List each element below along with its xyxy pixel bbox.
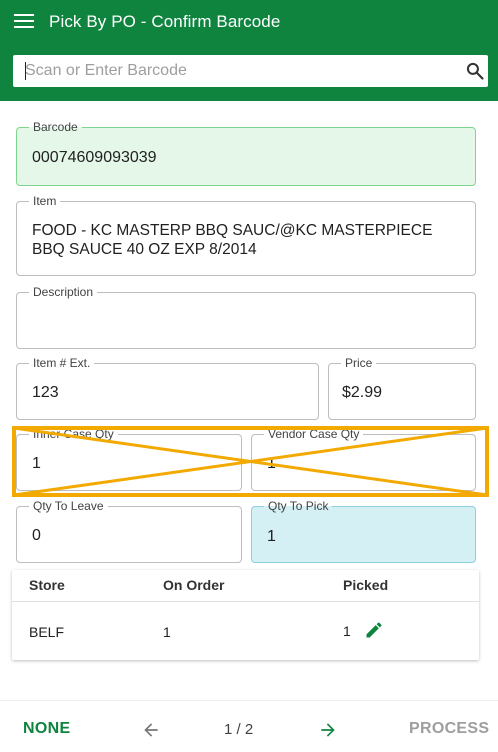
qty-to-leave-value: 0 [32, 527, 41, 544]
qty-to-leave-field[interactable]: Qty To Leave 0 [16, 499, 242, 563]
barcode-search-input[interactable] [25, 55, 445, 87]
barcode-field[interactable]: Barcode 00074609093039 [16, 120, 476, 186]
search-icon[interactable] [465, 61, 485, 81]
item-ext-field[interactable]: Item # Ext. 123 [16, 356, 319, 420]
item-label: Item [29, 194, 61, 208]
vendor-case-qty-value: 1 [267, 455, 276, 472]
inner-case-qty-field[interactable]: Inner Case Qty 1 [16, 427, 242, 491]
app-bar: Pick By PO - Confirm Barcode [0, 0, 498, 101]
item-value-line2: BBQ SAUCE 40 OZ EXP 8/2014 [32, 241, 257, 258]
column-header-on-order[interactable]: On Order [163, 577, 224, 593]
cell-on-order: 1 [163, 624, 171, 640]
pencil-edit-icon[interactable] [364, 620, 384, 640]
item-ext-label: Item # Ext. [29, 356, 95, 370]
search-bar [13, 55, 488, 87]
item-field[interactable]: Item FOOD - KC MASTERP BBQ SAUC/@KC MAST… [16, 194, 476, 276]
description-field[interactable]: Description [16, 285, 476, 349]
inner-case-qty-label: Inner Case Qty [29, 427, 118, 441]
item-ext-value: 123 [32, 384, 59, 401]
footer-divider [0, 700, 498, 701]
page-title: Pick By PO - Confirm Barcode [49, 12, 281, 31]
column-header-store[interactable]: Store [29, 577, 65, 593]
page-indicator: 1 / 2 [224, 721, 254, 738]
description-label: Description [29, 285, 98, 299]
qty-to-pick-label: Qty To Pick [264, 499, 333, 513]
cell-picked: 1 [343, 623, 351, 639]
text-caret [25, 62, 26, 80]
qty-to-leave-label: Qty To Leave [29, 499, 108, 513]
barcode-value: 00074609093039 [32, 149, 157, 166]
price-value: $2.99 [342, 384, 383, 401]
item-value-line1: FOOD - KC MASTERP BBQ SAUC/@KC MASTERPIE… [32, 222, 433, 239]
cell-store: BELF [29, 624, 65, 640]
none-button[interactable]: NONE [23, 720, 70, 738]
vendor-case-qty-field[interactable]: Vendor Case Qty 1 [251, 427, 476, 491]
arrow-right-icon[interactable] [318, 720, 338, 740]
store-table: Store On Order Picked BELF 1 1 [12, 570, 479, 660]
qty-to-pick-value: 1 [267, 528, 276, 545]
vendor-case-qty-label: Vendor Case Qty [264, 427, 364, 441]
qty-to-pick-field[interactable]: Qty To Pick 1 [251, 499, 476, 563]
price-field[interactable]: Price $2.99 [328, 356, 476, 420]
inner-case-qty-value: 1 [32, 455, 41, 472]
barcode-label: Barcode [29, 120, 82, 134]
price-label: Price [341, 356, 377, 370]
table-divider [12, 601, 479, 602]
arrow-left-icon[interactable] [141, 720, 161, 740]
process-button[interactable]: PROCESS [409, 720, 489, 738]
column-header-picked[interactable]: Picked [343, 577, 388, 593]
hamburger-menu-icon[interactable] [14, 14, 34, 30]
